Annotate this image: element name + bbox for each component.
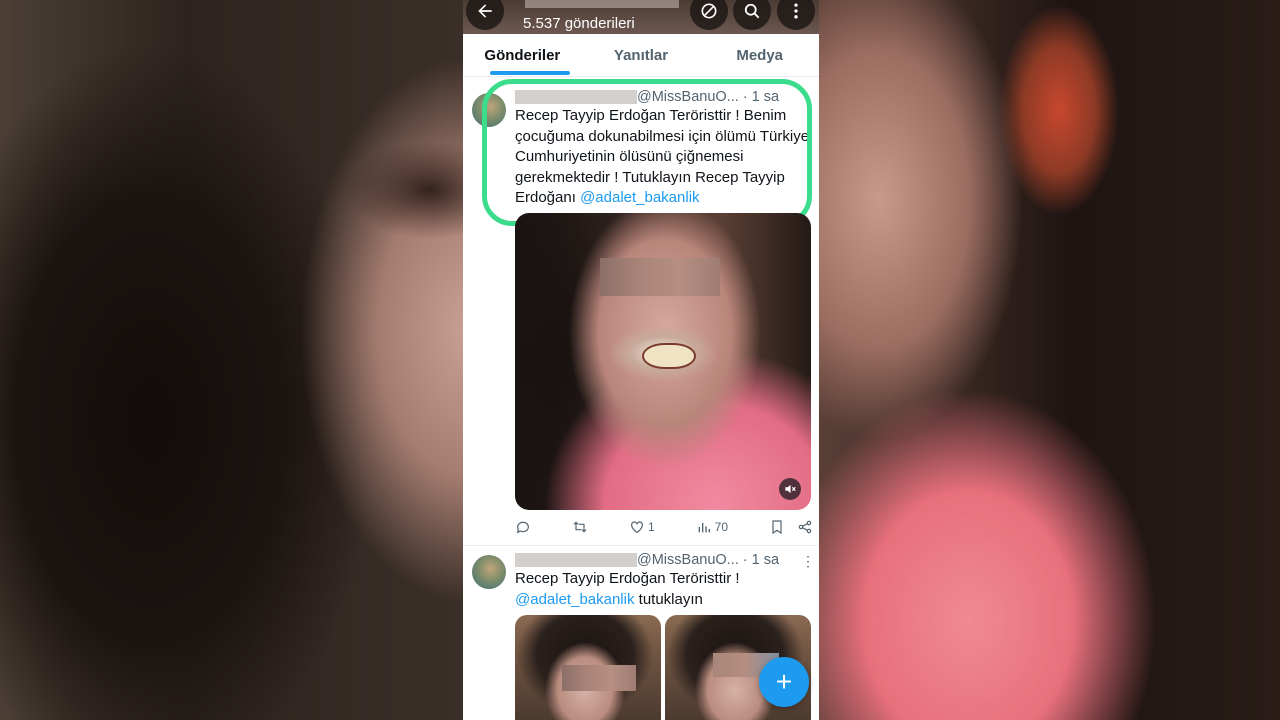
like-count: 1 (647, 520, 655, 534)
heart-icon (631, 521, 643, 534)
face-censor-box (562, 665, 636, 691)
face-censor-box (600, 258, 720, 296)
repost-icon (573, 521, 587, 533)
post-more-button[interactable]: ⋮ (801, 553, 815, 570)
plus-icon: + (775, 666, 793, 697)
like-button[interactable]: 1 (629, 519, 655, 535)
reply-button[interactable] (515, 519, 531, 535)
bookmark-share-group (769, 519, 813, 535)
mention-link[interactable]: @adalet_bakanlik (515, 591, 634, 608)
post-body: Recep Tayyip Erdoğan Teröristtir ! (515, 570, 740, 587)
profile-tabs: Gönderiler Yanıtlar Medya (463, 34, 819, 77)
reply-icon (516, 521, 529, 534)
background-left-photo (0, 0, 463, 720)
views-icon (698, 523, 710, 533)
author-name-redacted (515, 553, 637, 568)
post-count: 5.537 gönderileri (523, 15, 635, 32)
share-icon[interactable] (797, 519, 813, 535)
author-handle[interactable]: @MissBanuO... (637, 552, 739, 568)
post-actions: 1 70 (515, 517, 813, 537)
profile-header: 5.537 gönderileri (463, 0, 819, 34)
circle-slash-icon (701, 3, 717, 19)
highlight-annotation (482, 79, 812, 226)
avatar[interactable] (472, 555, 506, 589)
tab-media[interactable]: Medya (700, 34, 819, 76)
video-subject-mouth (642, 343, 696, 369)
profile-name-redacted (525, 0, 679, 8)
phone-screen: 5.537 gönderileri Gönderiler Yanıtlar Me… (463, 0, 819, 720)
post-meta: @MissBanuO... · 1 sa (515, 552, 779, 568)
repost-button[interactable] (572, 519, 588, 535)
views-button[interactable]: 70 (696, 519, 728, 535)
speaker-muted-icon (785, 484, 796, 494)
views-count: 70 (714, 520, 728, 534)
circle-slash-button[interactable] (690, 0, 728, 30)
post-video[interactable] (515, 213, 811, 510)
more-vertical-icon (794, 3, 798, 19)
post-divider (463, 545, 819, 546)
post-time: · 1 sa (742, 552, 780, 568)
tab-replies[interactable]: Yanıtlar (582, 34, 701, 76)
search-icon (744, 3, 760, 19)
tab-posts[interactable]: Gönderiler (463, 34, 582, 76)
post-image[interactable] (515, 615, 661, 720)
compose-button[interactable]: + (759, 657, 809, 707)
bookmark-icon[interactable] (769, 519, 785, 535)
post-body-end: tutuklayın (638, 590, 703, 608)
back-button[interactable] (466, 0, 504, 30)
search-button[interactable] (733, 0, 771, 30)
post-text: Recep Tayyip Erdoğan Teröristtir ! @adal… (515, 569, 813, 610)
more-button[interactable] (777, 0, 815, 30)
back-arrow-icon (478, 4, 492, 18)
background-right-photo (819, 0, 1280, 720)
mute-button[interactable] (779, 478, 801, 500)
